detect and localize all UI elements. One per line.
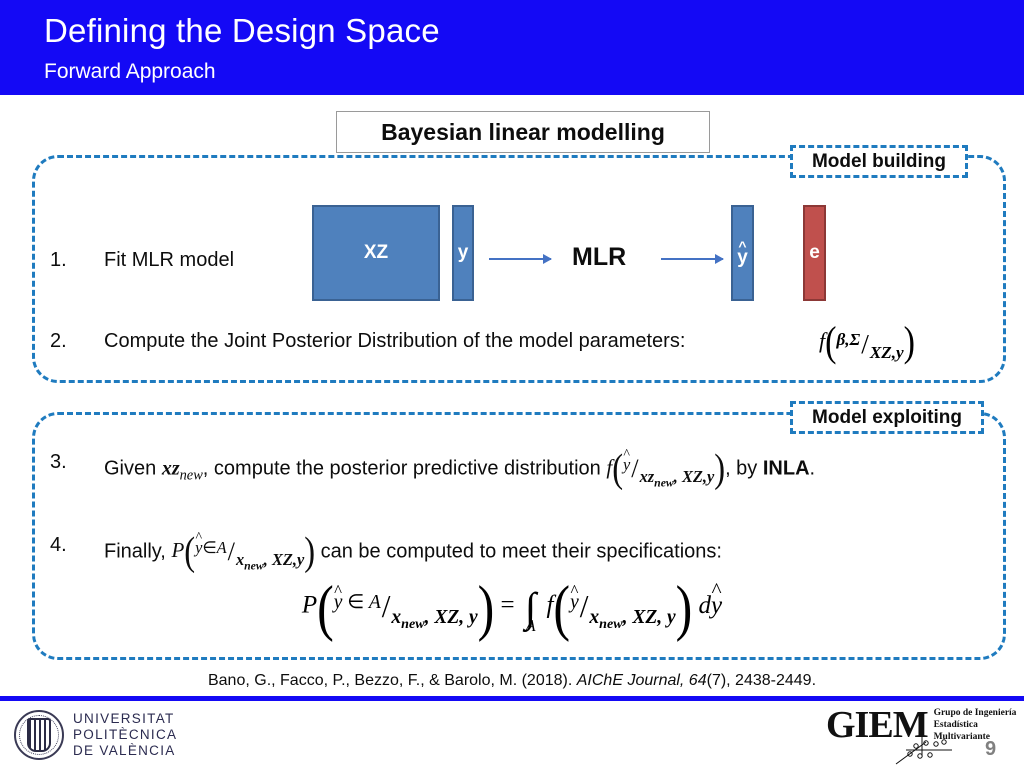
citation-journal: AIChE Journal, 64	[576, 672, 707, 689]
step-3-term: xz	[161, 457, 180, 480]
giem-scatter-plot-icon	[895, 730, 952, 765]
step-2-number: 2.	[50, 330, 67, 352]
eq-p-symbol: P	[301, 591, 318, 619]
upv-line-1: UNIVERSITAT	[73, 711, 175, 727]
tag-model-building-label: Model building	[811, 150, 947, 172]
step-3-term-sub: new	[179, 467, 203, 484]
arrow-xz-to-mlr-icon	[489, 254, 552, 264]
citation-authors: Bano, G., Facco, P., Bezzo, F., & Barolo…	[207, 672, 573, 689]
matrix-block-y-label: y	[457, 242, 469, 263]
eq-integral-icon: ∫ A	[521, 583, 540, 635]
tag-model-exploiting: Model exploiting	[790, 401, 984, 434]
section-title-box: Bayesian linear modelling	[336, 111, 710, 153]
step-3-number: 3.	[50, 451, 67, 473]
display-equation: P(^ y ∈ A/xnew, XZ, y) = ∫ A f(^ y/xnew, XZ…	[301, 572, 723, 642]
tag-model-building: Model building	[790, 145, 968, 178]
step-3-text-after: , by	[725, 457, 758, 480]
upv-logo-text: UNIVERSITAT POLITÈCNICA DE VALÈNCIA	[73, 711, 177, 758]
step-4-text-after: can be computed to meet their specificat…	[320, 540, 722, 563]
step-2-text: Compute the Joint Posterior Distribution…	[104, 330, 686, 352]
step-4-number: 4.	[50, 534, 67, 556]
step-3-text-end: .	[809, 457, 816, 480]
section-title-label: Bayesian linear modelling	[381, 118, 665, 145]
upv-seal-icon	[14, 710, 64, 760]
step-3-formula: f(^ y/xznew, XZ,y)	[606, 446, 726, 492]
matrix-block-yhat: ^ y	[731, 205, 754, 301]
step-2-formula: f(β,Σ/XZ,y)	[819, 319, 916, 366]
citation: Bano, G., Facco, P., Bezzo, F., & Barolo…	[0, 672, 1024, 690]
arrow-mlr-to-yhat-icon	[661, 254, 724, 264]
page-number: 9	[985, 738, 997, 760]
page-subtitle: Forward Approach	[44, 60, 216, 83]
giem-name-line-1: Grupo de Ingeniería	[933, 708, 1017, 719]
eq-integral-limit: A	[525, 615, 536, 635]
eq-f-symbol: f	[546, 591, 554, 619]
matrix-block-xz: XZ	[312, 205, 440, 301]
step-4-text-before: Finally,	[104, 540, 166, 563]
matrix-block-e-label: e	[809, 242, 820, 263]
matrix-block-y: y	[452, 205, 474, 301]
upv-line-2: POLITÈCNICA	[73, 727, 178, 743]
matrix-block-yhat-label: y	[737, 247, 748, 269]
upv-logo: UNIVERSITAT POLITÈCNICA DE VALÈNCIA	[14, 710, 177, 760]
step-3-text-before: Given	[104, 457, 157, 480]
tag-model-exploiting-label: Model exploiting	[812, 406, 962, 428]
step-3-text: Given xznew, compute the posterior predi…	[104, 446, 816, 492]
step-4-text: Finally, P(^ y∈A/xnew, XZ,y) can be compu…	[104, 529, 722, 575]
step-3-method: INLA	[762, 457, 810, 480]
eq-equals: =	[500, 591, 515, 619]
step-4-formula: P(^ y∈A/xnew, XZ,y)	[171, 529, 316, 575]
upv-line-3: DE VALÈNCIA	[73, 742, 176, 758]
matrix-block-e: e	[803, 205, 826, 301]
page-title: Defining the Design Space	[44, 12, 440, 49]
eq-differential: d ^ y	[692, 578, 723, 619]
footer-divider	[0, 696, 1024, 701]
step-1-number: 1.	[50, 249, 67, 271]
mlr-label: MLR	[572, 243, 627, 271]
step-3-text-mid: , compute the posterior predictive distr…	[202, 457, 601, 480]
matrix-block-xz-label: XZ	[363, 242, 389, 263]
step-1-text: Fit MLR model	[104, 249, 235, 271]
citation-issue: (7), 2438-2449.	[706, 672, 817, 689]
